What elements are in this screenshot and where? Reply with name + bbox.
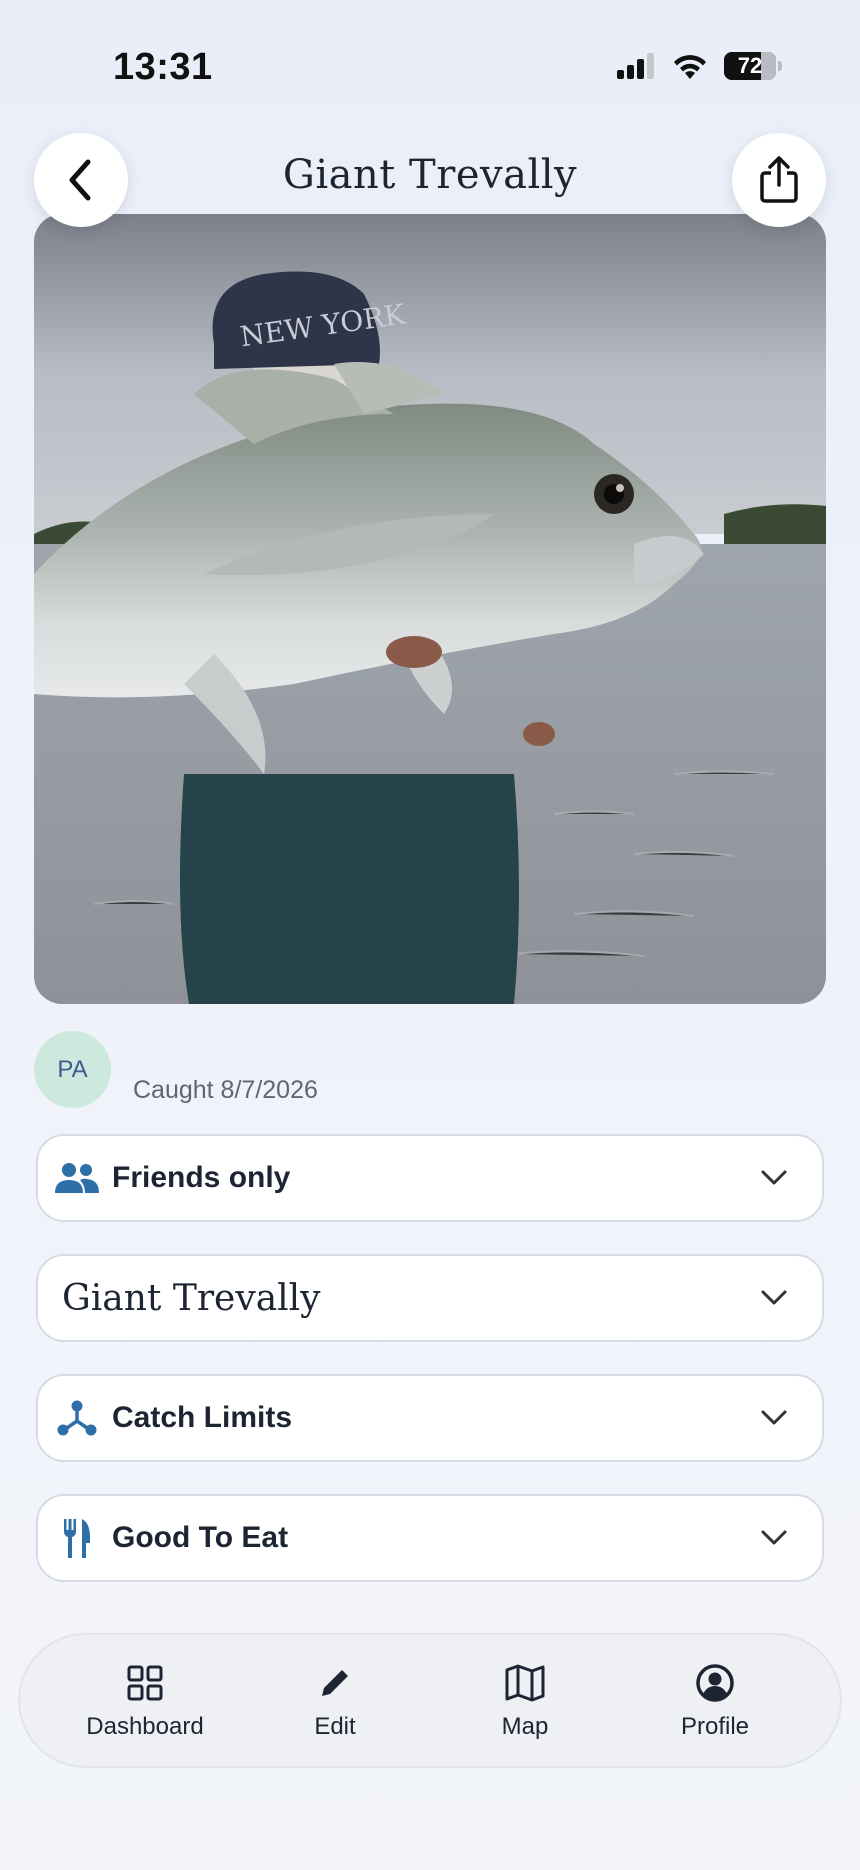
page-title: Giant Trevally — [282, 152, 578, 198]
grid-icon — [123, 1661, 167, 1705]
visibility-dropdown[interactable]: Friends only — [36, 1134, 824, 1222]
back-button[interactable] — [34, 133, 128, 227]
edibility-dropdown[interactable]: Good To Eat — [36, 1494, 824, 1582]
tab-dashboard-label: Dashboard — [86, 1712, 204, 1740]
chevron-down-icon — [754, 1398, 794, 1438]
battery-level: 72 — [737, 53, 763, 78]
chevron-down-icon — [754, 1518, 794, 1558]
chevron-down-icon — [754, 1278, 794, 1318]
species-dropdown[interactable]: Giant Trevally — [36, 1254, 824, 1342]
wifi-icon — [674, 55, 706, 79]
status-time: 13:31 — [113, 46, 213, 88]
tab-profile-label: Profile — [680, 1712, 750, 1740]
hub-icon — [54, 1395, 100, 1441]
catch-limits-label: Catch Limits — [112, 1401, 293, 1434]
tab-bar: Dashboard Edit Map Profile — [18, 1633, 842, 1768]
tab-profile[interactable]: Profile — [635, 1661, 795, 1741]
profile-icon — [693, 1661, 737, 1705]
chevron-down-icon — [754, 1158, 794, 1198]
tab-map[interactable]: Map — [445, 1661, 605, 1741]
tab-edit-label: Edit — [314, 1712, 356, 1740]
status-bar: 13:31 72 — [0, 0, 860, 130]
catch-limits-dropdown[interactable]: Catch Limits — [36, 1374, 824, 1462]
utensils-icon — [54, 1515, 100, 1561]
edibility-label: Good To Eat — [112, 1521, 289, 1554]
status-icons: 72 — [616, 52, 782, 80]
avatar[interactable]: PA — [34, 1031, 111, 1108]
species-label: Giant Trevally — [62, 1277, 321, 1319]
tab-dashboard[interactable]: Dashboard — [65, 1661, 225, 1741]
signal-icon — [617, 53, 654, 79]
share-icon — [760, 156, 798, 203]
battery-icon: 72 — [724, 52, 782, 80]
pencil-icon — [313, 1661, 357, 1705]
tab-edit[interactable]: Edit — [255, 1661, 415, 1741]
friends-icon — [54, 1155, 100, 1201]
chevron-left-icon — [69, 159, 91, 201]
share-button[interactable] — [732, 133, 826, 227]
map-icon — [503, 1661, 547, 1705]
tab-map-label: Map — [501, 1712, 549, 1740]
caught-date: Caught 8/7/2026 — [133, 1076, 318, 1104]
catch-photo: NEW YORK — [34, 214, 826, 1004]
visibility-label: Friends only — [112, 1161, 291, 1194]
avatar-initials: PA — [57, 1055, 88, 1083]
